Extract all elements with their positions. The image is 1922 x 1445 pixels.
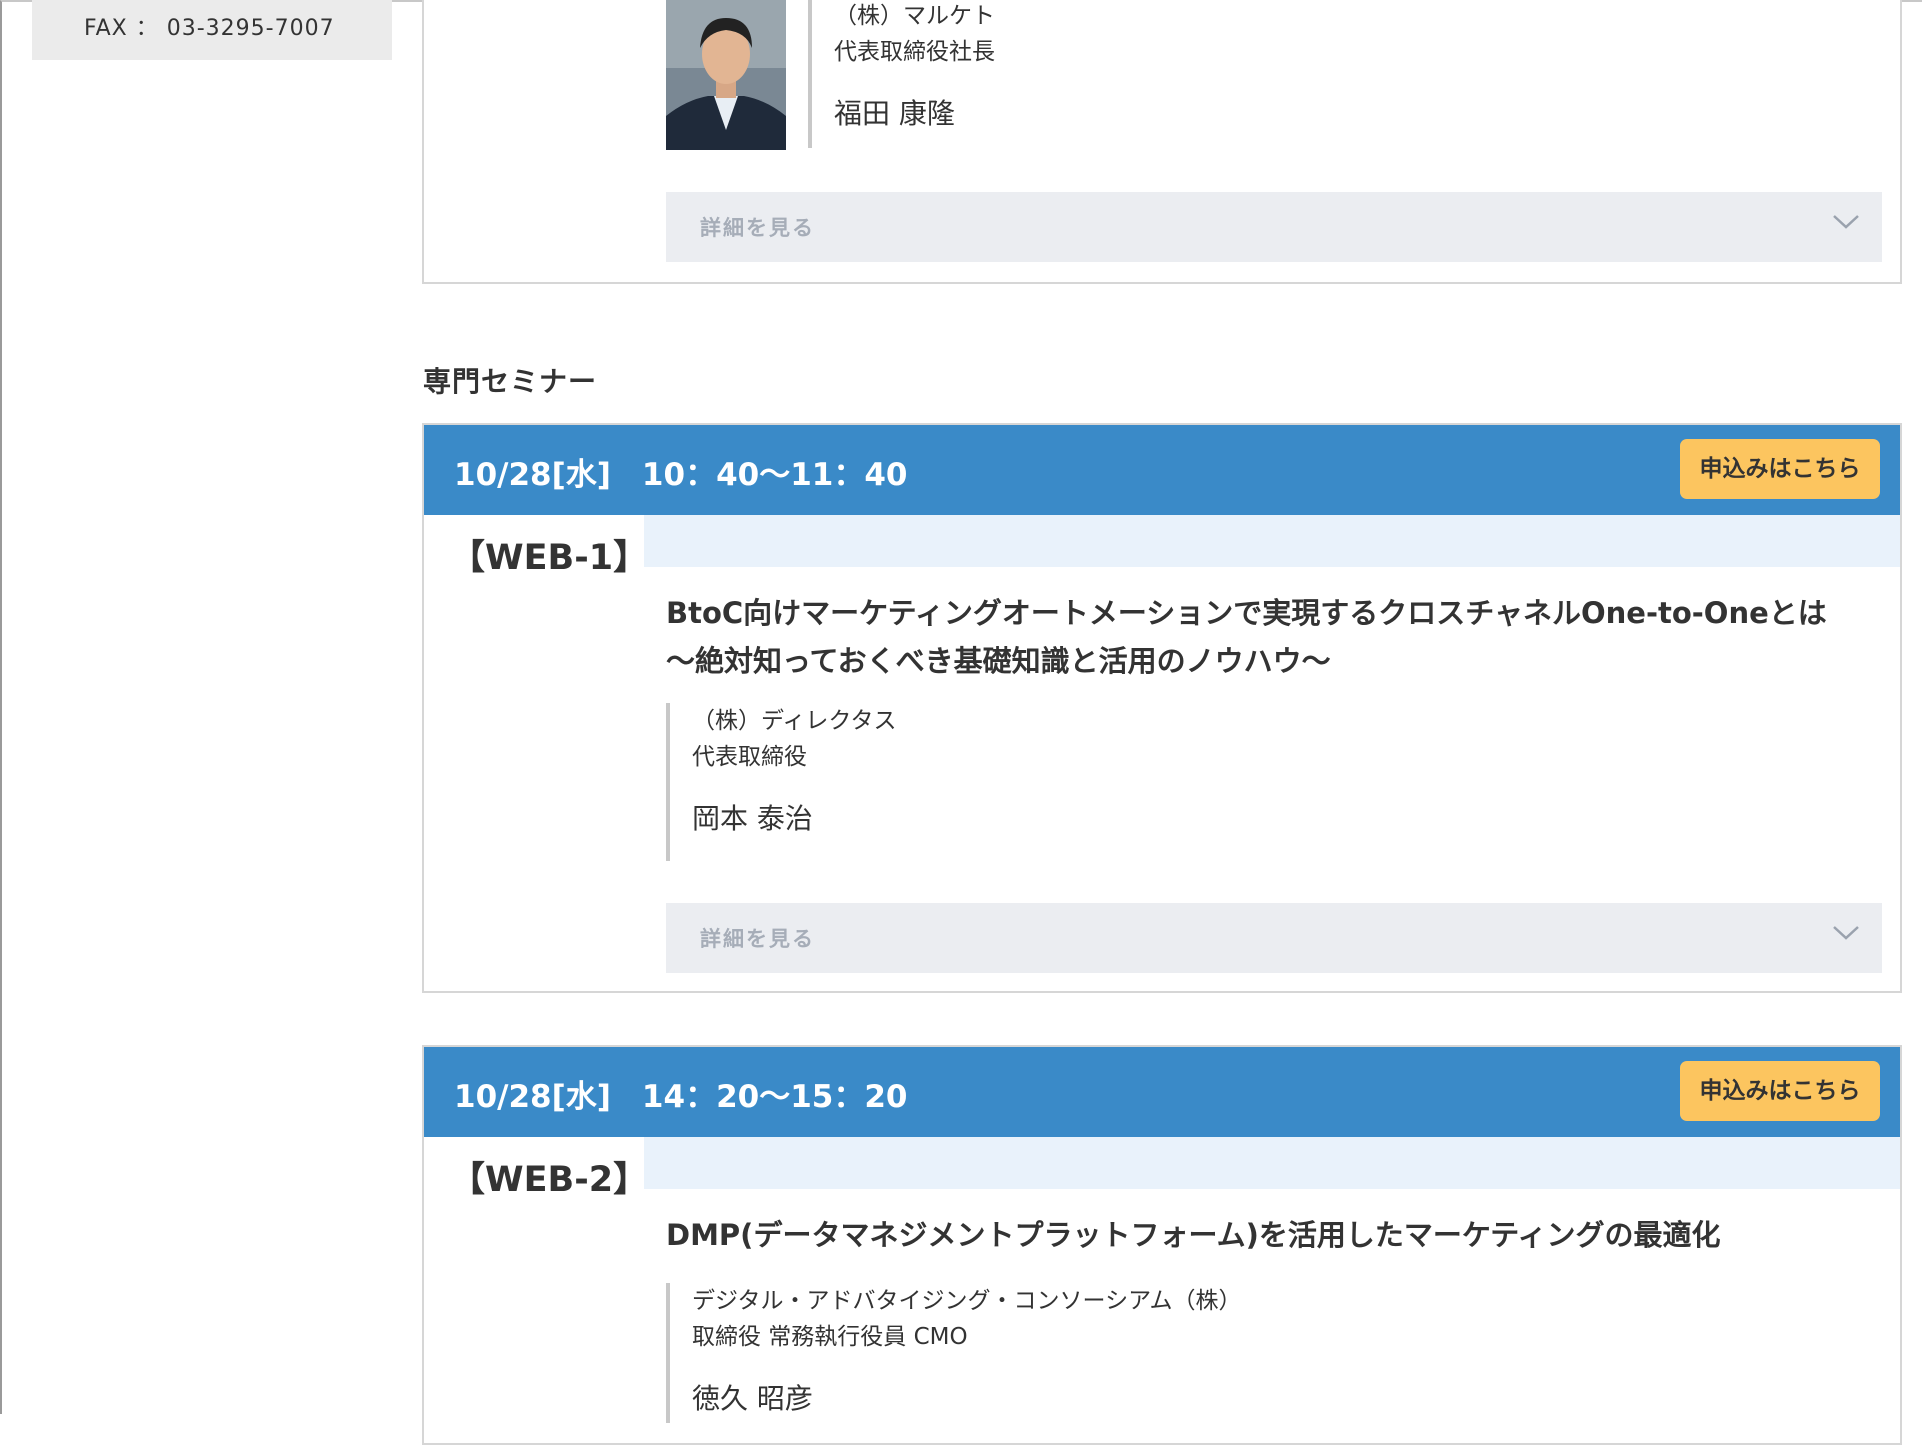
seminar-time: 10/28[水] 10：40〜11：40 bbox=[454, 457, 908, 493]
apply-button[interactable]: 申込みはこちら bbox=[1680, 439, 1880, 499]
speaker-info: デジタル・アドバタイジング・コンソーシアム（株） 取締役 常務執行役員 CMO … bbox=[666, 1283, 1241, 1423]
seminar-header: 10/28[水] 14：20〜15：20 申込みはこちら bbox=[424, 1047, 1900, 1137]
seminar-time: 10/28[水] 14：20〜15：20 bbox=[454, 1079, 908, 1115]
seminar-title: BtoC向けマーケティングオートメーションで実現するクロスチャネルOne-to-… bbox=[666, 589, 1827, 685]
seminar-code: 【WEB-1】 bbox=[450, 538, 649, 578]
contact-box: FAX ： 03-3295-7007 bbox=[32, 0, 392, 60]
seminar-title-line1: DMP(データマネジメントプラットフォーム)を活用したマーケティングの最適化 bbox=[666, 1218, 1721, 1252]
section-title: 専門セミナー bbox=[423, 365, 598, 398]
seminar-title-line1: BtoC向けマーケティングオートメーションで実現するクロスチャネルOne-to-… bbox=[666, 596, 1827, 630]
speaker-info: （株）マルケト 代表取締役社長 福田 康隆 bbox=[808, 0, 995, 148]
speaker-company: デジタル・アドバタイジング・コンソーシアム（株） bbox=[692, 1288, 1242, 1314]
speaker-name: 福田 康隆 bbox=[834, 97, 955, 130]
chevron-down-icon bbox=[1833, 926, 1859, 940]
seminar-card: 10/28[水] 10：40〜11：40 申込みはこちら 【WEB-1】 Bto… bbox=[422, 423, 1902, 993]
keynote-card: （株）マルケト 代表取締役社長 福田 康隆 詳細を見る bbox=[422, 0, 1902, 284]
seminar-band bbox=[644, 515, 1900, 567]
apply-button[interactable]: 申込みはこちら bbox=[1680, 1061, 1880, 1121]
seminar-title-line2: 〜絶対知っておくべき基礎知識と活用のノウハウ〜 bbox=[666, 644, 1331, 678]
details-label: 詳細を見る bbox=[700, 216, 815, 240]
speaker-info: （株）ディレクタス 代表取締役 岡本 泰治 bbox=[666, 703, 896, 861]
speaker-company: （株）マルケト bbox=[834, 3, 995, 29]
details-toggle[interactable]: 詳細を見る bbox=[666, 192, 1882, 262]
details-toggle[interactable]: 詳細を見る bbox=[666, 903, 1882, 973]
seminar-header: 10/28[水] 10：40〜11：40 申込みはこちら bbox=[424, 425, 1900, 515]
speaker-photo bbox=[666, 0, 786, 150]
speaker-title: 取締役 常務執行役員 CMO bbox=[692, 1324, 968, 1350]
seminar-card: 10/28[水] 14：20〜15：20 申込みはこちら 【WEB-2】 DMP… bbox=[422, 1045, 1902, 1445]
seminar-title: DMP(データマネジメントプラットフォーム)を活用したマーケティングの最適化 bbox=[666, 1211, 1721, 1259]
speaker-name: 徳久 昭彦 bbox=[692, 1382, 813, 1415]
seminar-band bbox=[644, 1137, 1900, 1189]
speaker-company: （株）ディレクタス bbox=[692, 708, 897, 734]
seminar-code: 【WEB-2】 bbox=[450, 1160, 649, 1200]
speaker-name: 岡本 泰治 bbox=[692, 802, 813, 835]
speaker-title: 代表取締役社長 bbox=[834, 39, 995, 65]
speaker-title: 代表取締役 bbox=[692, 744, 807, 770]
details-label: 詳細を見る bbox=[700, 927, 815, 951]
speaker-photo-image bbox=[666, 0, 786, 150]
fax-number: FAX ： 03-3295-7007 bbox=[84, 16, 335, 41]
chevron-down-icon bbox=[1833, 215, 1859, 229]
